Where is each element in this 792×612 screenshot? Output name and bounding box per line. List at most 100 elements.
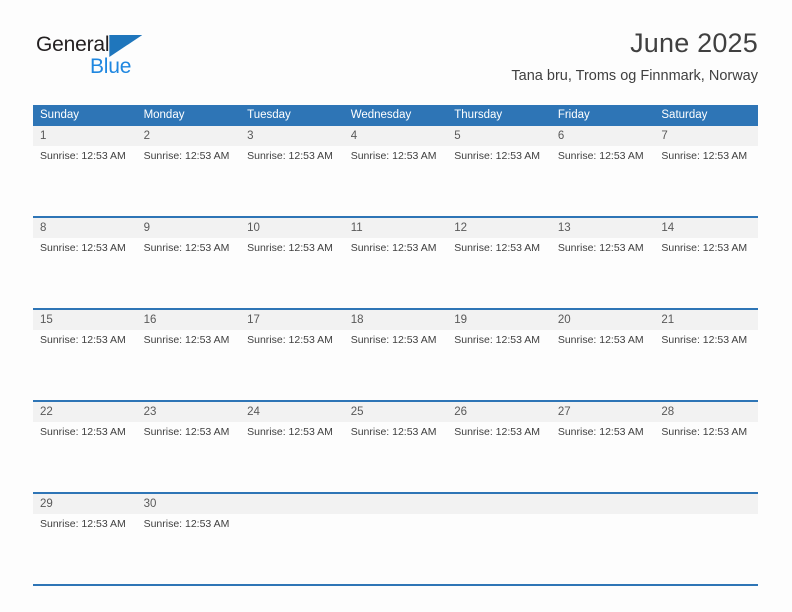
- sunrise-event: Sunrise: 12:53 AM: [350, 334, 437, 346]
- calendar-day-cell[interactable]: 18 Sunrise: 12:53 AM: [343, 308, 448, 401]
- calendar-day-cell[interactable]: 30 Sunrise: 12:53 AM: [136, 492, 241, 584]
- day-cell-inner: 19 Sunrise: 12:53 AM: [447, 310, 551, 400]
- sunrise-event: Sunrise: 12:53 AM: [247, 150, 333, 162]
- calendar-day-cell[interactable]: 23 Sunrise: 12:53 AM: [136, 400, 241, 493]
- day-number: 25: [343, 402, 448, 422]
- calendar-day-cell[interactable]: 20 Sunrise: 12:53 AM: [550, 308, 655, 401]
- sunrise-event: Sunrise: 12:53 AM: [40, 334, 126, 346]
- day-cell-inner: 16 Sunrise: 12:53 AM: [136, 310, 241, 400]
- day-number: 20: [550, 310, 655, 330]
- calendar-day-cell[interactable]: 13 Sunrise: 12:53 AM: [550, 216, 655, 309]
- calendar-day-cell[interactable]: 5 Sunrise: 12:53 AM: [447, 126, 551, 217]
- calendar-day-cell[interactable]: 6 Sunrise: 12:53 AM: [550, 126, 655, 217]
- day-cell-inner: 6 Sunrise: 12:53 AM: [550, 126, 655, 216]
- calendar-day-cell[interactable]: 9 Sunrise: 12:53 AM: [136, 216, 241, 309]
- sunrise-event: Sunrise: 12:53 AM: [661, 334, 748, 346]
- calendar-day-cell[interactable]: 27 Sunrise: 12:53 AM: [550, 400, 655, 493]
- calendar-week-row: 1 Sunrise: 12:53 AM 2 Sunrise: 12:53 AM 3 Sun…: [33, 126, 758, 217]
- sunrise-event: Sunrise: 12:53 AM: [247, 242, 333, 254]
- day-cell-inner: 10 Sunrise: 12:53 AM: [240, 218, 344, 308]
- day-number: 17: [240, 310, 344, 330]
- day-cell-inner: 20 Sunrise: 12:53 AM: [550, 310, 655, 400]
- day-events: Sunrise: 12:53 AM: [240, 238, 344, 255]
- calendar-table: Sunday Monday Tuesday Wednesday Thursday Frid…: [33, 105, 758, 584]
- day-number: 6: [550, 126, 655, 146]
- day-cell-inner: 27 Sunrise: 12:53 AM: [550, 402, 655, 492]
- day-events: [654, 514, 758, 518]
- day-cell-inner: 7 Sunrise: 12:53 AM: [654, 126, 758, 216]
- day-number: 24: [240, 402, 344, 422]
- calendar-day-cell[interactable]: 4 Sunrise: 12:53 AM: [343, 126, 448, 217]
- sunrise-event: Sunrise: 12:53 AM: [247, 426, 333, 438]
- calendar-day-cell[interactable]: 11 Sunrise: 12:53 AM: [343, 216, 448, 309]
- calendar-day-cell[interactable]: 22 Sunrise: 12:53 AM: [33, 400, 137, 493]
- day-number: 27: [550, 402, 655, 422]
- calendar-day-cell[interactable]: 16 Sunrise: 12:53 AM: [136, 308, 241, 401]
- sunrise-event: Sunrise: 12:53 AM: [40, 242, 126, 254]
- day-number: 3: [240, 126, 344, 146]
- calendar-day-cell[interactable]: 29 Sunrise: 12:53 AM: [33, 492, 137, 584]
- weekday-header-thursday: Thursday: [447, 105, 551, 126]
- day-events: Sunrise: 12:53 AM: [447, 422, 551, 439]
- day-events: [240, 514, 344, 518]
- calendar-day-cell[interactable]: 1 Sunrise: 12:53 AM: [33, 126, 137, 217]
- calendar-day-cell[interactable]: 19 Sunrise: 12:53 AM: [447, 308, 551, 401]
- day-events: Sunrise: 12:53 AM: [137, 238, 241, 255]
- day-cell-inner: 15 Sunrise: 12:53 AM: [33, 310, 137, 400]
- day-number: 15: [33, 310, 137, 330]
- day-cell-inner: 8 Sunrise: 12:53 AM: [33, 218, 137, 308]
- sunrise-event: Sunrise: 12:53 AM: [557, 426, 644, 438]
- day-events: Sunrise: 12:53 AM: [240, 146, 344, 163]
- day-cell-inner: 12 Sunrise: 12:53 AM: [447, 218, 551, 308]
- sunrise-event: Sunrise: 12:53 AM: [40, 150, 126, 162]
- day-number: [343, 494, 448, 514]
- calendar-day-cell-empty: [447, 492, 551, 584]
- day-cell-inner: 18 Sunrise: 12:53 AM: [343, 310, 448, 400]
- day-number: 21: [654, 310, 758, 330]
- day-cell-inner: 30 Sunrise: 12:53 AM: [136, 494, 241, 584]
- sunrise-event: Sunrise: 12:53 AM: [247, 334, 333, 346]
- calendar-day-cell[interactable]: 3 Sunrise: 12:53 AM: [240, 126, 344, 217]
- day-events: Sunrise: 12:53 AM: [344, 146, 448, 163]
- calendar-day-cell[interactable]: 24 Sunrise: 12:53 AM: [240, 400, 344, 493]
- day-cell-inner: 26 Sunrise: 12:53 AM: [447, 402, 551, 492]
- weekday-header-wednesday: Wednesday: [343, 105, 448, 126]
- day-events: [447, 514, 551, 518]
- calendar-day-cell[interactable]: 14 Sunrise: 12:53 AM: [654, 216, 758, 309]
- calendar-day-cell[interactable]: 15 Sunrise: 12:53 AM: [33, 308, 137, 401]
- day-events: Sunrise: 12:53 AM: [137, 514, 241, 531]
- calendar-week-row: 15 Sunrise: 12:53 AM 16 Sunrise: 12:53 AM 17…: [33, 308, 758, 401]
- sunrise-event: Sunrise: 12:53 AM: [40, 426, 126, 438]
- day-events: Sunrise: 12:53 AM: [33, 146, 137, 163]
- sunrise-event: Sunrise: 12:53 AM: [454, 334, 541, 346]
- day-number: [550, 494, 655, 514]
- calendar-day-cell[interactable]: 28 Sunrise: 12:53 AM: [654, 400, 758, 493]
- day-events: Sunrise: 12:53 AM: [551, 422, 655, 439]
- day-number: 19: [447, 310, 551, 330]
- sunrise-event: Sunrise: 12:53 AM: [40, 518, 126, 530]
- calendar-day-cell[interactable]: 26 Sunrise: 12:53 AM: [447, 400, 551, 493]
- calendar-body: 1 Sunrise: 12:53 AM 2 Sunrise: 12:53 AM 3 Sun…: [33, 126, 758, 584]
- day-cell-inner: 22 Sunrise: 12:53 AM: [33, 402, 137, 492]
- calendar-day-cell[interactable]: 17 Sunrise: 12:53 AM: [240, 308, 344, 401]
- sunrise-event: Sunrise: 12:53 AM: [143, 518, 230, 530]
- sunrise-event: Sunrise: 12:53 AM: [557, 242, 644, 254]
- calendar-day-cell[interactable]: 8 Sunrise: 12:53 AM: [33, 216, 137, 309]
- calendar-day-cell[interactable]: 10 Sunrise: 12:53 AM: [240, 216, 344, 309]
- calendar-day-cell[interactable]: 25 Sunrise: 12:53 AM: [343, 400, 448, 493]
- generalblue-logo[interactable]: General Blue: [36, 32, 246, 88]
- day-number: 28: [654, 402, 758, 422]
- day-number: 13: [550, 218, 655, 238]
- calendar-day-cell[interactable]: 21 Sunrise: 12:53 AM: [654, 308, 758, 401]
- day-cell-inner: [343, 494, 448, 584]
- day-number: 29: [33, 494, 137, 514]
- day-cell-inner: 4 Sunrise: 12:53 AM: [343, 126, 448, 216]
- sunrise-event: Sunrise: 12:53 AM: [143, 334, 230, 346]
- sunrise-event: Sunrise: 12:53 AM: [143, 150, 230, 162]
- calendar-day-cell[interactable]: 12 Sunrise: 12:53 AM: [447, 216, 551, 309]
- calendar-day-cell[interactable]: 2 Sunrise: 12:53 AM: [136, 126, 241, 217]
- calendar-day-cell[interactable]: 7 Sunrise: 12:53 AM: [654, 126, 758, 217]
- day-cell-inner: 24 Sunrise: 12:53 AM: [240, 402, 344, 492]
- sunrise-event: Sunrise: 12:53 AM: [557, 150, 644, 162]
- day-number: 9: [136, 218, 241, 238]
